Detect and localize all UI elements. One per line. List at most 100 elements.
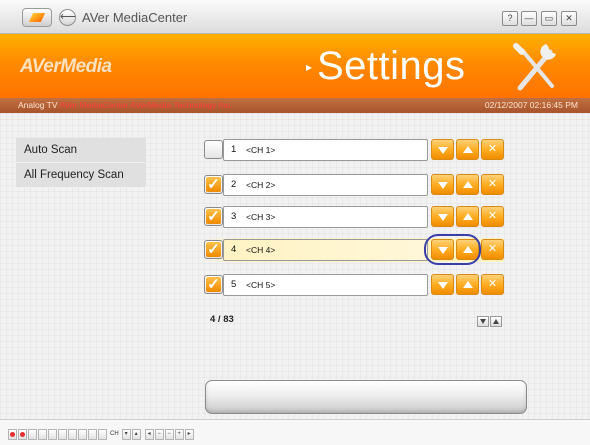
page-up-button[interactable] (490, 316, 502, 327)
delete-button[interactable]: ✕ (481, 239, 504, 260)
move-up-button[interactable] (456, 274, 479, 295)
product-label: AVer MediaCenter AVerMedia Technology In… (59, 100, 233, 110)
timeshift-button[interactable] (88, 429, 97, 440)
delete-icon: ✕ (487, 243, 498, 255)
channel-checkbox[interactable] (204, 207, 223, 226)
channel-name: <CH 1> (246, 145, 276, 155)
page-title: Settings (317, 44, 466, 88)
checkmark-icon (206, 177, 221, 192)
move-down-icon (432, 175, 453, 194)
volume-bar[interactable]: − (164, 429, 174, 440)
player-control-bar: CH ▾ ▴ ◂ − − + ▸ (0, 419, 590, 445)
channel-field[interactable]: 5 <CH 5> (223, 274, 428, 296)
back-button[interactable]: ⟵ (59, 9, 76, 26)
channel-row[interactable]: 5 <CH 5> ✕ (204, 273, 504, 297)
status-info: Analog TV AVer MediaCenter AVerMedia Tec… (18, 98, 232, 113)
move-up-icon (457, 275, 478, 294)
move-up-icon (457, 140, 478, 159)
channel-checkbox[interactable] (204, 140, 223, 159)
page-header: AVerMedia ▸ Settings (0, 34, 590, 98)
tv-mode-label: Analog TV (18, 100, 58, 110)
channel-field[interactable]: 2 <CH 2> (223, 174, 428, 196)
channel-checkbox[interactable] (204, 275, 223, 294)
move-up-button[interactable] (456, 139, 479, 160)
delete-icon: ✕ (487, 210, 498, 222)
window-title: AVer MediaCenter (82, 10, 188, 25)
delete-button[interactable]: ✕ (481, 139, 504, 160)
move-down-button[interactable] (431, 139, 454, 160)
move-up-icon (457, 207, 478, 226)
delete-button[interactable]: ✕ (481, 174, 504, 195)
forward-button[interactable] (68, 429, 77, 440)
channel-number: 4 (231, 244, 237, 255)
restore-button[interactable]: ▭ (541, 11, 557, 26)
move-down-icon (432, 140, 453, 159)
channel-label: CH (110, 431, 119, 437)
channel-checkbox[interactable] (204, 175, 223, 194)
rewind-button[interactable] (38, 429, 47, 440)
channel-number: 5 (231, 279, 237, 290)
volume-left-icon[interactable]: ◂ (144, 429, 154, 440)
mute-button[interactable] (98, 429, 107, 440)
pause-button[interactable] (58, 429, 67, 440)
move-down-icon (432, 275, 453, 294)
channel-field[interactable]: 4 <CH 4> (223, 239, 428, 261)
datetime-label: 02/12/2007 02:16:45 PM (484, 100, 578, 110)
scan-action-button[interactable] (205, 380, 527, 414)
channel-name: <CH 2> (246, 180, 276, 190)
volume-right-icon[interactable]: ▸ (184, 429, 194, 440)
delete-button[interactable]: ✕ (481, 274, 504, 295)
move-down-button[interactable] (431, 274, 454, 295)
checkmark-icon (206, 277, 221, 292)
delete-icon: ✕ (487, 143, 498, 155)
delete-button[interactable]: ✕ (481, 206, 504, 227)
move-up-button[interactable] (456, 206, 479, 227)
play-button[interactable] (48, 429, 57, 440)
volume-up-button[interactable]: + (174, 429, 184, 440)
checkmark-icon (206, 242, 221, 257)
record-schedule-button[interactable] (18, 429, 27, 440)
move-down-button[interactable] (431, 206, 454, 227)
tools-icon (513, 43, 556, 91)
stop-button[interactable] (28, 429, 37, 440)
channel-name: <CH 4> (246, 245, 276, 255)
channel-row[interactable]: 2 <CH 2> ✕ (204, 173, 504, 197)
move-down-button[interactable] (431, 174, 454, 195)
snapshot-button[interactable] (78, 429, 87, 440)
help-button[interactable]: ? (502, 11, 518, 26)
menu-item-all-frequency-scan[interactable]: All Frequency Scan (16, 163, 146, 187)
channel-down-button[interactable]: ▾ (121, 429, 131, 440)
channel-row[interactable]: 3 <CH 3> ✕ (204, 205, 504, 229)
window-titlebar: ⟵ AVer MediaCenter ? — ▭ ✕ (0, 0, 590, 34)
channel-name: <CH 3> (246, 212, 276, 222)
bullet-icon: ▸ (306, 60, 313, 74)
status-bar: Analog TV AVer MediaCenter AVerMedia Tec… (0, 98, 590, 113)
minimize-button[interactable]: — (521, 11, 537, 26)
chevron-up-icon (493, 319, 499, 324)
channel-name: <CH 5> (246, 280, 276, 290)
control-buttons: CH ▾ ▴ ◂ − − + ▸ (8, 429, 194, 440)
close-button[interactable]: ✕ (561, 11, 577, 26)
move-up-button[interactable] (456, 174, 479, 195)
delete-icon: ✕ (487, 278, 498, 290)
channel-number: 1 (231, 144, 237, 155)
move-down-icon (432, 207, 453, 226)
move-up-icon (457, 175, 478, 194)
channel-field[interactable]: 1 <CH 1> (223, 139, 428, 161)
page-down-button[interactable] (477, 316, 489, 327)
channel-number: 3 (231, 211, 237, 222)
channel-up-button[interactable]: ▴ (131, 429, 141, 440)
volume-down-button[interactable]: − (154, 429, 164, 440)
channel-field[interactable]: 3 <CH 3> (223, 206, 428, 228)
focus-highlight (424, 234, 481, 265)
checkmark-icon (206, 209, 221, 224)
brand-logo: AVerMedia (20, 56, 112, 77)
menu-item-auto-scan[interactable]: Auto Scan (16, 138, 146, 162)
channel-checkbox[interactable] (204, 240, 223, 259)
page-counter: 4 / 83 (210, 314, 234, 325)
delete-icon: ✕ (487, 178, 498, 190)
app-icon[interactable] (22, 8, 52, 27)
channel-number: 2 (231, 179, 237, 190)
record-button[interactable] (8, 429, 17, 440)
channel-row[interactable]: 1 <CH 1> ✕ (204, 138, 504, 162)
